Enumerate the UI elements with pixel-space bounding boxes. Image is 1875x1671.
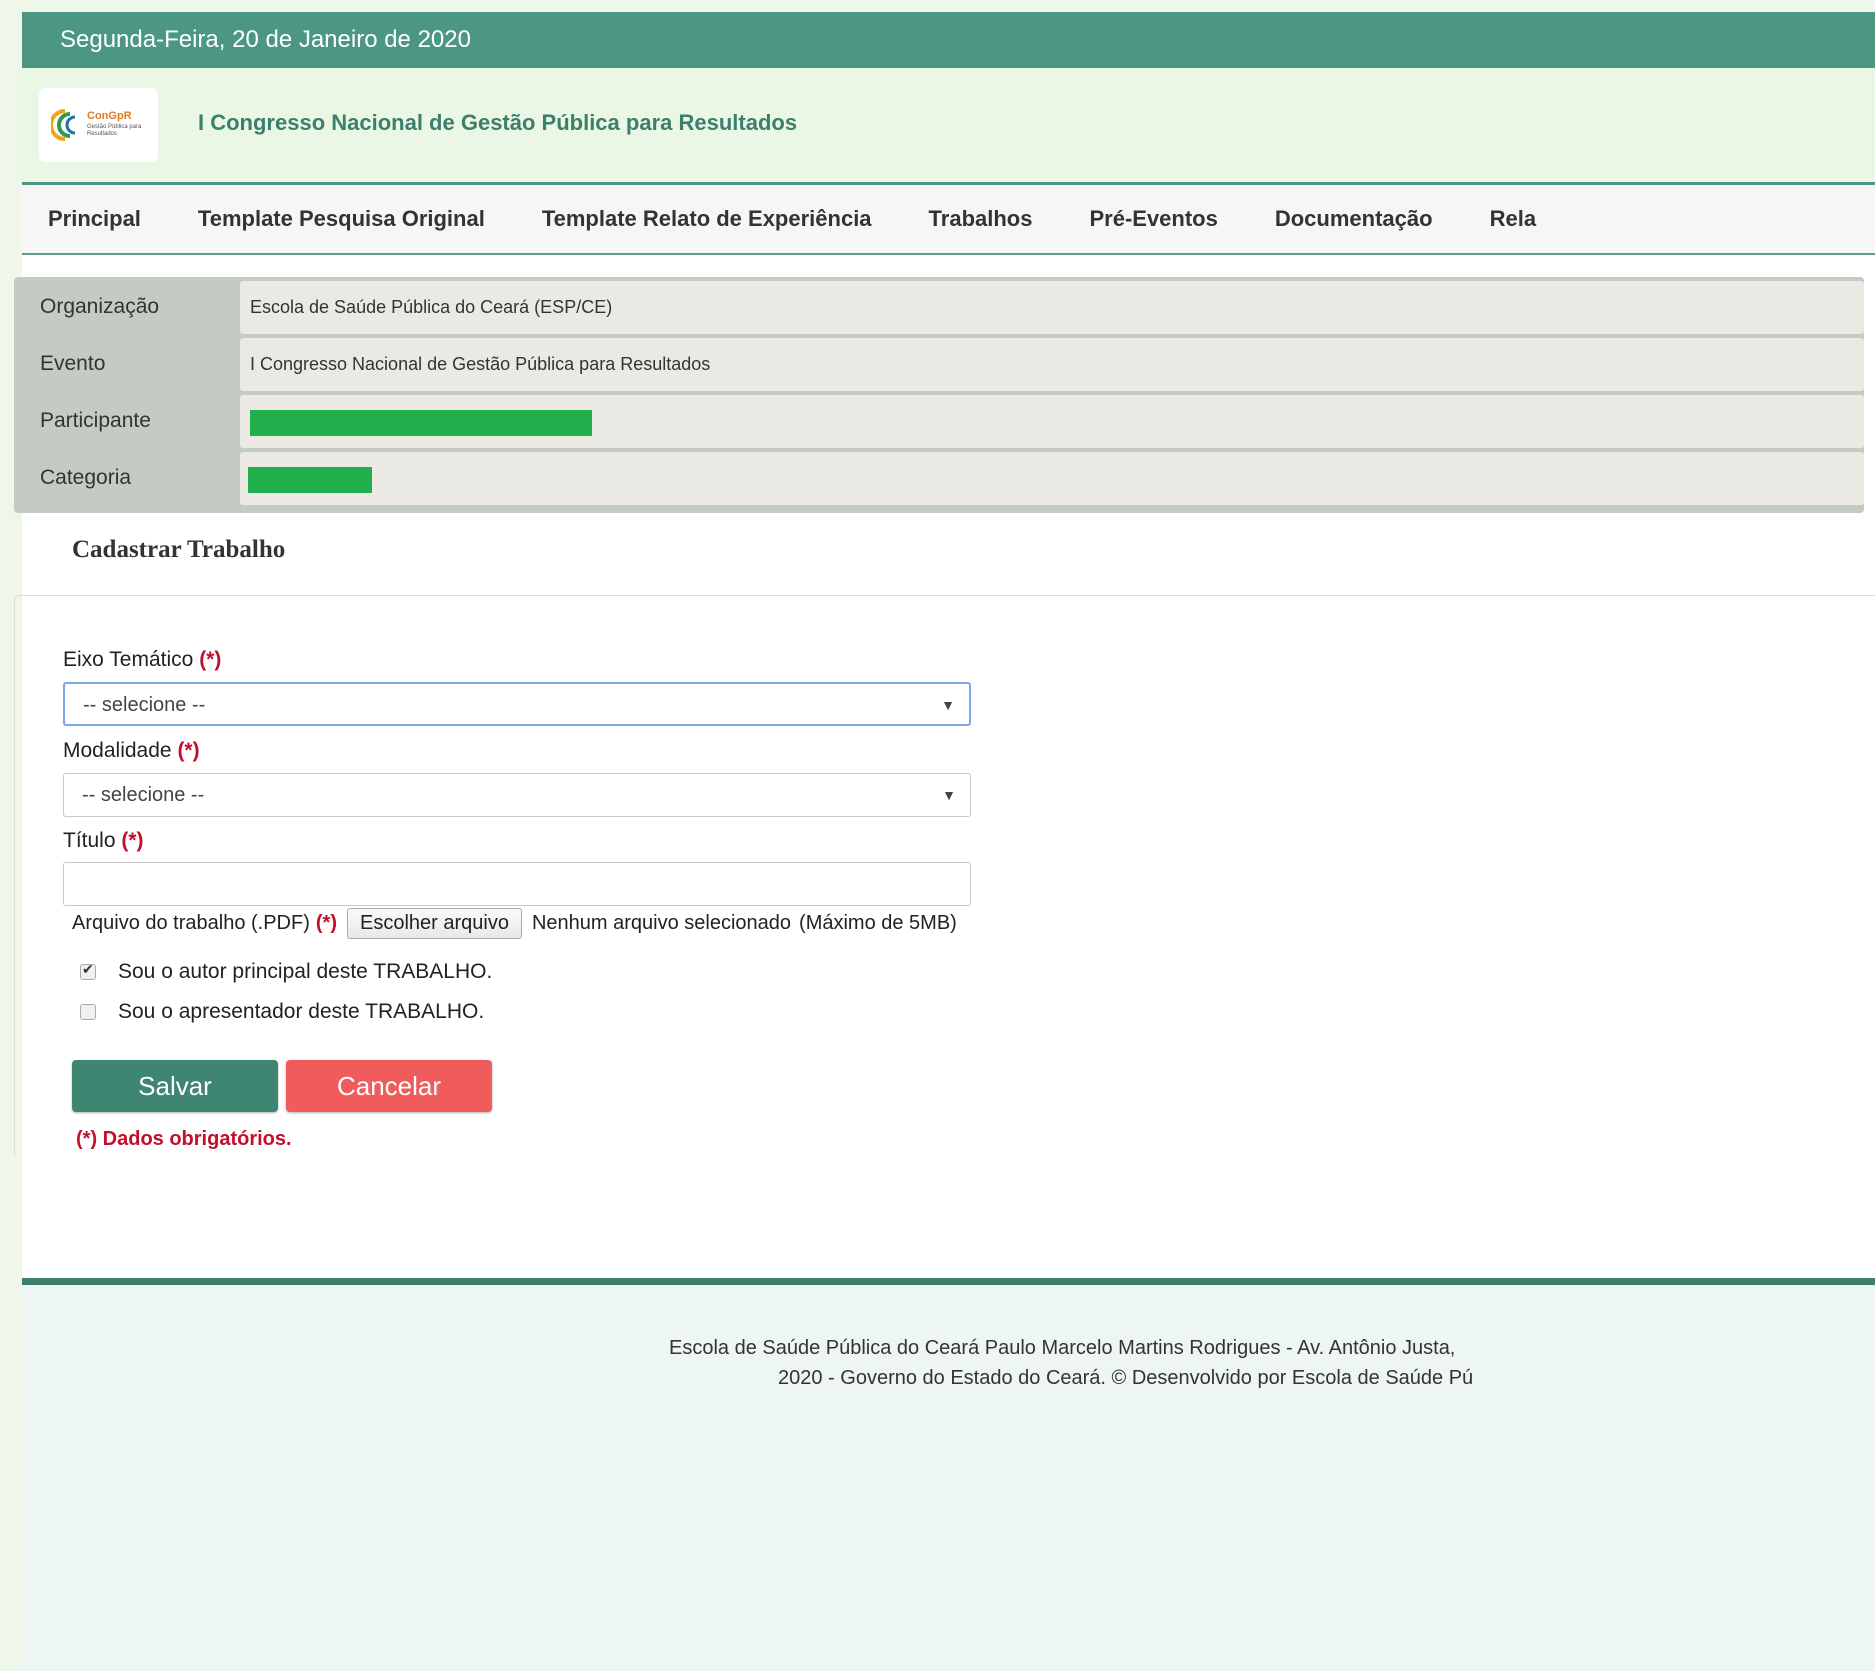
modalidade-label: Modalidade (*) xyxy=(63,739,200,762)
info-label: Organização xyxy=(40,295,160,318)
required-marker: (*) xyxy=(315,912,337,934)
required-marker: (*) xyxy=(177,739,200,762)
footer-address: Escola de Saúde Pública do Ceará Paulo M… xyxy=(669,1337,1456,1359)
dropdown-arrow-icon: ▼ xyxy=(941,697,955,713)
autor-checkbox[interactable] xyxy=(80,961,96,980)
main-nav: Principal Template Pesquisa Original Tem… xyxy=(22,185,1875,255)
info-value-cell: Escola de Saúde Pública do Ceará (ESP/CE… xyxy=(240,281,1864,334)
eixo-selected-value: -- selecione -- xyxy=(83,694,206,716)
apresentador-checkbox[interactable] xyxy=(80,1004,96,1020)
nav-item-documentacao[interactable]: Documentação xyxy=(1275,206,1433,232)
apresentador-checkbox-label: Sou o apresentador deste TRABALHO. xyxy=(118,1000,485,1023)
congpr-logo[interactable]: ConGpR Gestão Pública para Resultados xyxy=(39,88,158,162)
footer: Escola de Saúde Pública do Ceará Paulo M… xyxy=(22,1278,1875,1671)
participante-redacted xyxy=(250,410,592,436)
logo-arcs-icon xyxy=(51,109,76,141)
categoria-redacted xyxy=(248,467,372,493)
info-label: Evento xyxy=(40,352,106,375)
autor-checkbox-label: Sou o autor principal deste TRABALHO. xyxy=(118,960,493,983)
file-upload-row: Arquivo do trabalho (.PDF) (*) Escolher … xyxy=(72,908,957,939)
event-title: I Congresso Nacional de Gestão Pública p… xyxy=(198,110,798,135)
info-row-organizacao: Organização Escola de Saúde Pública do C… xyxy=(14,279,1864,334)
required-marker: (*) xyxy=(199,648,222,671)
eixo-select[interactable]: -- selecione -- ▼ xyxy=(63,682,971,726)
autor-checkbox-row: Sou o autor principal deste TRABALHO. xyxy=(80,960,492,984)
info-label: Participante xyxy=(40,409,151,432)
eixo-label: Eixo Temático (*) xyxy=(63,648,222,671)
logo-wordmark: ConGpR xyxy=(87,110,132,122)
info-label: Categoria xyxy=(40,466,132,489)
evento-value: I Congresso Nacional de Gestão Pública p… xyxy=(250,354,711,374)
titulo-input[interactable] xyxy=(63,862,971,906)
cancel-button[interactable]: Cancelar xyxy=(286,1060,492,1112)
required-note: (*) Dados obrigatórios. xyxy=(76,1128,292,1150)
modalidade-selected-value: -- selecione -- xyxy=(82,784,205,806)
section-title: Cadastrar Trabalho xyxy=(72,536,286,563)
header-banner: ConGpR Gestão Pública para Resultados I … xyxy=(22,68,1875,185)
date-bar: Segunda-Feira, 20 de Janeiro de 2020 xyxy=(22,12,1875,68)
info-value-cell: I Congresso Nacional de Gestão Pública p… xyxy=(240,338,1864,391)
nav-item-template-relato[interactable]: Template Relato de Experiência xyxy=(542,206,872,232)
apresentador-checkbox-row: Sou o apresentador deste TRABALHO. xyxy=(80,1000,484,1024)
dropdown-arrow-icon: ▼ xyxy=(942,787,956,803)
info-row-evento: Evento I Congresso Nacional de Gestão Pú… xyxy=(14,336,1864,391)
nav-item-principal[interactable]: Principal xyxy=(48,206,141,232)
info-value-cell xyxy=(240,452,1864,505)
participant-info-table: Organização Escola de Saúde Pública do C… xyxy=(14,277,1864,513)
titulo-label: Título (*) xyxy=(63,829,144,852)
nav-item-pre-eventos[interactable]: Pré-Eventos xyxy=(1089,206,1217,232)
footer-copyright: 2020 - Governo do Estado do Ceará. © Des… xyxy=(778,1367,1474,1389)
organizacao-value: Escola de Saúde Pública do Ceará (ESP/CE… xyxy=(250,297,613,317)
nav-item-rela[interactable]: Rela xyxy=(1490,206,1536,232)
file-size-limit: (Máximo de 5MB) xyxy=(799,912,957,934)
nav-item-template-pesquisa[interactable]: Template Pesquisa Original xyxy=(198,206,485,232)
current-date: Segunda-Feira, 20 de Janeiro de 2020 xyxy=(60,26,471,53)
info-value-cell xyxy=(240,395,1864,448)
info-row-categoria: Categoria xyxy=(14,450,1864,505)
nav-item-trabalhos[interactable]: Trabalhos xyxy=(929,206,1033,232)
file-status: Nenhum arquivo selecionado xyxy=(531,912,792,934)
save-button[interactable]: Salvar xyxy=(72,1060,278,1112)
logo-subtitle: Gestão Pública para Resultados xyxy=(87,124,142,137)
modalidade-select[interactable]: -- selecione -- ▼ xyxy=(63,773,971,817)
info-row-participante: Participante xyxy=(14,393,1864,448)
required-marker: (*) xyxy=(121,829,144,852)
arquivo-label: Arquivo do trabalho (.PDF) xyxy=(72,912,310,934)
choose-file-button[interactable]: Escolher arquivo xyxy=(347,908,522,939)
